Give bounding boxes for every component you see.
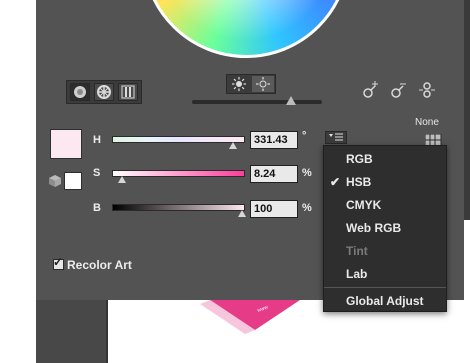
menu-item-label: RGB	[346, 152, 373, 166]
brightness-slider[interactable]	[192, 100, 322, 104]
wheel-mode-buttons	[66, 80, 142, 104]
menu-item-label: CMYK	[346, 198, 382, 212]
segmented-wheel-button[interactable]	[94, 83, 114, 101]
b-label: B	[93, 202, 101, 214]
out-of-web-gamut-icon[interactable]	[48, 174, 62, 188]
menu-item-label: Lab	[346, 267, 368, 281]
saturation-unit: %	[302, 167, 312, 179]
brightness-channel-thumb[interactable]	[238, 210, 246, 217]
saturation-slider[interactable]	[112, 170, 245, 177]
hue-unit: °	[302, 130, 307, 142]
brightness-unit: %	[302, 202, 312, 214]
brightness-value-field[interactable]: 100	[250, 200, 298, 218]
current-color-swatch[interactable]	[50, 129, 82, 159]
menu-item-label: Web RGB	[346, 221, 402, 235]
checkmark-icon: ✓	[53, 255, 64, 269]
artwork-swatch: www	[200, 300, 300, 334]
color-mode-menu: RGB ✔ HSB CMYK Web RGB Tint Lab Global Ad…	[323, 145, 447, 312]
menu-separator	[324, 287, 446, 288]
menu-list-icon	[329, 133, 343, 141]
saturation-slider-thumb[interactable]	[118, 176, 126, 183]
brightness-slider-thumb[interactable]	[286, 96, 296, 105]
color-bars-icon	[121, 85, 135, 99]
s-label: S	[93, 167, 101, 179]
left-panel-strip	[36, 300, 106, 363]
menu-item-web-rgb[interactable]: Web RGB	[324, 217, 446, 239]
smooth-wheel-icon	[74, 86, 86, 98]
menu-item-global-adjust[interactable]: Global Adjust	[324, 290, 446, 312]
menu-item-lab[interactable]: Lab	[324, 263, 446, 285]
h-label: H	[93, 134, 101, 146]
web-safe-swatch[interactable]	[64, 172, 82, 190]
hue-slider[interactable]	[112, 136, 245, 143]
menu-item-rgb[interactable]: RGB	[324, 148, 446, 170]
recolor-art-label[interactable]: Recolor Art	[67, 258, 132, 272]
segmented-wheel-icon	[97, 85, 111, 99]
brightness-toggle-group	[226, 74, 276, 94]
color-mode-menu-button[interactable]	[325, 131, 347, 144]
menu-item-label: Global Adjust	[346, 294, 424, 308]
checkmark-icon: ✔	[330, 175, 341, 189]
color-bars-button[interactable]	[118, 83, 138, 101]
remove-color-tool-icon[interactable]	[390, 80, 408, 100]
menu-item-label: Tint	[346, 244, 368, 258]
sun-outline-icon	[256, 77, 270, 91]
add-color-tool-icon[interactable]	[362, 80, 380, 100]
menu-item-cmyk[interactable]: CMYK	[324, 194, 446, 216]
smooth-wheel-button[interactable]	[70, 83, 90, 101]
hue-value-field[interactable]: 331.43	[250, 131, 298, 149]
brightness-channel-slider[interactable]	[112, 204, 245, 211]
none-label: None	[415, 117, 439, 128]
hue-slider-thumb[interactable]	[229, 142, 237, 149]
show-saturation-button[interactable]	[252, 76, 274, 92]
panel-edge	[464, 0, 470, 220]
menu-item-tint: Tint	[324, 240, 446, 262]
menu-item-label: HSB	[346, 175, 372, 189]
saturation-value-field[interactable]: 8.24	[250, 165, 298, 183]
sun-icon	[232, 77, 246, 91]
unlink-harmony-icon[interactable]	[417, 80, 437, 100]
menu-item-hsb[interactable]: ✔ HSB	[324, 171, 446, 193]
show-brightness-button[interactable]	[228, 76, 250, 92]
